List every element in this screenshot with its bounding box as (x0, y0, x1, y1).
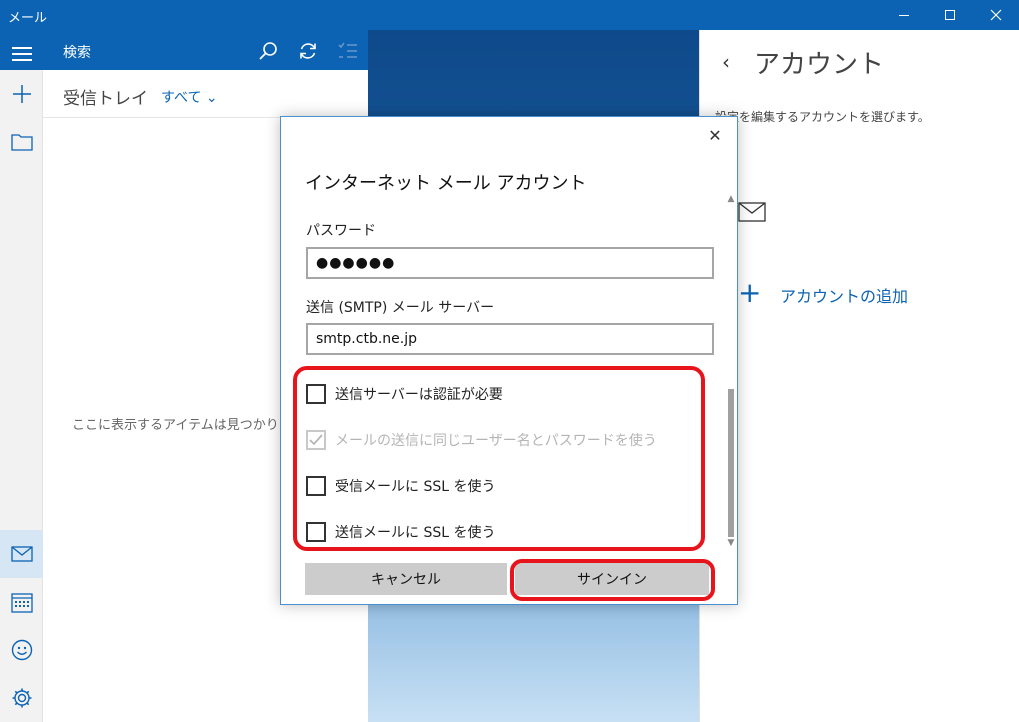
account-panel-title: アカウント (754, 50, 885, 80)
search-icon (259, 42, 277, 60)
smtp-server-field[interactable]: smtp.ctb.ne.jp (306, 323, 714, 355)
search-label[interactable]: 検索 (63, 42, 91, 62)
empty-list-message: ここに表示するアイテムは見つかりませ (72, 418, 305, 433)
calendar-button[interactable] (0, 578, 43, 626)
cancel-button[interactable]: キャンセル (305, 563, 507, 595)
new-mail-button[interactable] (0, 70, 43, 118)
gear-icon (12, 688, 31, 708)
dialog-scrollbar[interactable]: ▲ ▼ (725, 193, 737, 549)
plus-icon (12, 85, 31, 103)
internet-mail-account-dialog: ✕ インターネット メール アカウント パスワード ●●●●●● 送信 (SMT… (280, 116, 738, 605)
mail-nav-button[interactable] (0, 530, 43, 578)
add-icon: + (738, 276, 762, 309)
account-panel: ‹ アカウント 設定を編集するアカウントを選びます。 + アカウントの追加 (699, 30, 1019, 722)
account-item[interactable] (738, 202, 766, 226)
scroll-down-icon[interactable]: ▼ (725, 537, 737, 549)
account-panel-description: 設定を編集するアカウントを選びます。 (715, 110, 930, 124)
selection-mode-button[interactable] (335, 38, 361, 64)
filter-dropdown[interactable]: すべて ⌄ (161, 87, 218, 107)
feedback-button[interactable] (0, 626, 43, 674)
password-field[interactable]: ●●●●●● (306, 247, 714, 279)
back-button[interactable]: ‹ (722, 50, 730, 74)
sync-icon (300, 43, 316, 59)
folder-name: 受信トレイ (63, 89, 148, 109)
folder-icon (10, 134, 33, 151)
dialog-title: インターネット メール アカウント (305, 173, 587, 194)
smiley-icon (11, 639, 32, 661)
smtp-server-label: 送信 (SMTP) メール サーバー (306, 300, 495, 316)
calendar-icon (10, 593, 33, 613)
search-button[interactable] (255, 38, 281, 64)
red-highlight-checkboxes (293, 366, 705, 551)
settings-button[interactable] (0, 674, 43, 722)
red-highlight-sign-in (510, 559, 715, 601)
password-label: パスワード (306, 223, 376, 239)
navigation-rail (0, 30, 43, 722)
hamburger-menu-icon (11, 47, 32, 61)
maximize-button[interactable] (927, 0, 973, 30)
title-bar: メール (0, 0, 1019, 30)
close-window-button[interactable] (973, 0, 1019, 30)
add-account-link[interactable]: アカウントの追加 (780, 283, 908, 307)
sync-button[interactable] (295, 38, 321, 64)
select-list-icon (338, 42, 357, 58)
scroll-thumb[interactable] (728, 389, 734, 537)
scroll-up-icon[interactable]: ▲ (725, 193, 737, 205)
mail-icon (738, 202, 766, 222)
minimize-icon (899, 14, 909, 16)
close-icon (990, 9, 1002, 21)
app-title: メール (8, 11, 48, 26)
maximize-icon (945, 10, 955, 20)
search-bar: 検索 (43, 30, 368, 70)
dialog-close-button[interactable]: ✕ (705, 125, 725, 145)
folder-header: 受信トレイ すべて ⌄ (43, 70, 368, 118)
mail-icon (10, 546, 33, 562)
minimize-button[interactable] (881, 0, 927, 30)
folders-button[interactable] (0, 118, 43, 166)
